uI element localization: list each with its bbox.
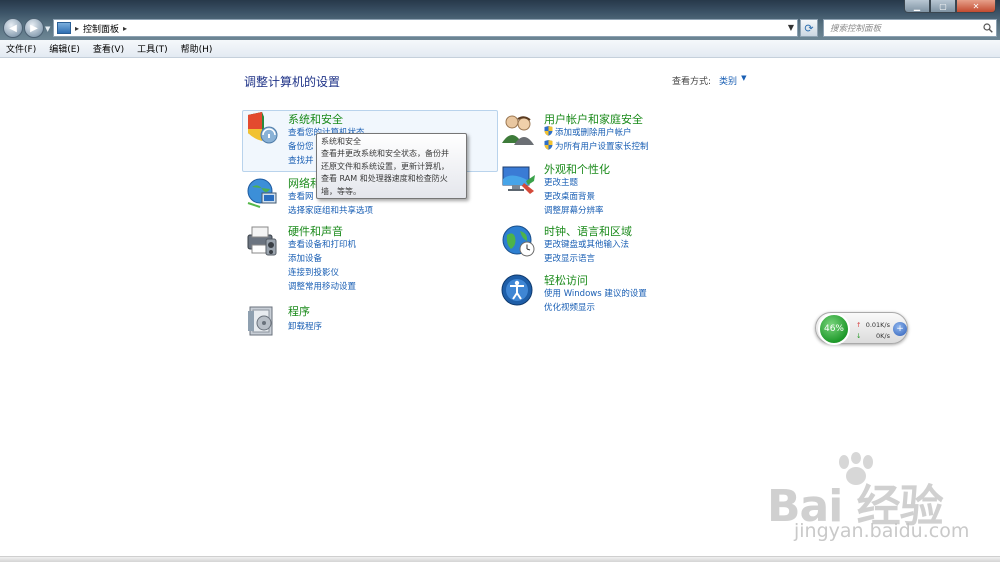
recent-pages-dropdown[interactable]: ▼ <box>45 25 51 33</box>
programs-icon <box>244 303 280 339</box>
printer-icon <box>244 223 280 259</box>
tooltip-line: 还原文件和系统设置，更新计算机， <box>321 161 449 171</box>
view-by-dropdown-icon[interactable]: ▼ <box>741 74 746 87</box>
memory-usage-gauge[interactable]: 46% <box>818 313 850 345</box>
net-speed-widget[interactable]: 46% ↑ 0.01K/s ↓ 0K/s + <box>815 312 908 345</box>
address-dropdown-icon[interactable]: ▼ <box>788 23 794 32</box>
category-ease-of-access[interactable]: 轻松访问 使用 Windows 建议的设置 优化视频显示 <box>500 272 750 316</box>
menu-edit[interactable]: 编辑(E) <box>49 42 80 55</box>
menu-file[interactable]: 文件(F) <box>6 42 36 55</box>
download-arrow-icon: ↓ <box>856 332 862 340</box>
link-parental-controls[interactable]: 为所有用户设置家长控制 <box>544 140 649 152</box>
link-add-remove-users[interactable]: 添加或删除用户帐户 <box>544 126 632 138</box>
category-programs[interactable]: 程序 卸载程序 <box>244 303 494 339</box>
tooltip-line: 墙，等等。 <box>321 186 361 196</box>
breadcrumb-separator-icon[interactable]: ▸ <box>123 24 127 33</box>
forward-button[interactable]: ▶ <box>24 18 44 38</box>
link-desktop-background[interactable]: 更改桌面背景 <box>544 190 595 202</box>
globe-clock-icon <box>500 223 536 259</box>
download-speed: ↓ 0K/s <box>856 332 890 340</box>
tooltip-line: 系统和安全 <box>321 137 361 146</box>
breadcrumb-control-panel[interactable]: 控制面板 <box>83 22 119 35</box>
link-add-remove-users-label: 添加或删除用户帐户 <box>555 128 632 138</box>
window-chrome: ▁ ▢ ✕ ◀ ▶ ▼ ▸ 控制面板 ▸ ▼ ⟳ 搜索控制面板 <box>0 0 1000 40</box>
back-button[interactable]: ◀ <box>3 18 23 38</box>
link-devices-printers[interactable]: 查看设备和打印机 <box>288 238 356 250</box>
page-title: 调整计算机的设置 <box>244 75 341 89</box>
menu-bar: 文件(F) 编辑(E) 查看(V) 工具(T) 帮助(H) <box>0 40 1000 58</box>
back-arrow-icon: ◀ <box>9 22 17 34</box>
link-change-theme[interactable]: 更改主题 <box>544 176 578 188</box>
upload-speed: ↑ 0.01K/s <box>856 321 890 329</box>
refresh-button[interactable]: ⟳ <box>800 19 818 37</box>
minimize-button[interactable]: ▁ <box>904 0 930 13</box>
link-optimize-display[interactable]: 优化视频显示 <box>544 301 595 313</box>
menu-view[interactable]: 查看(V) <box>93 42 124 55</box>
link-display-language[interactable]: 更改显示语言 <box>544 252 595 264</box>
category-title-programs[interactable]: 程序 <box>288 303 310 319</box>
watermark-url: jingyan.baidu.com <box>794 520 970 542</box>
window-controls: ▁ ▢ ✕ <box>904 0 996 13</box>
link-screen-resolution[interactable]: 调整屏幕分辨率 <box>544 204 604 216</box>
uac-shield-icon <box>544 140 553 150</box>
category-title-user-accounts[interactable]: 用户帐户和家庭安全 <box>544 111 643 127</box>
address-bar[interactable]: ▸ 控制面板 ▸ ▼ <box>53 19 798 37</box>
link-backup[interactable]: 备份您 <box>288 140 314 152</box>
tooltip-line: 查看 RAM 和处理器速度和检查防火 <box>321 174 448 184</box>
menu-tools[interactable]: 工具(T) <box>137 42 168 55</box>
bottom-edge <box>0 556 1000 562</box>
view-by-label: 查看方式: <box>672 77 712 87</box>
control-panel-icon <box>57 22 71 34</box>
baidu-jingyan-watermark: Bai 经验 jingyan.baidu.com <box>762 452 994 552</box>
link-view-network[interactable]: 查看网 <box>288 190 314 202</box>
breadcrumb-separator-icon[interactable]: ▸ <box>75 24 79 33</box>
maximize-button[interactable]: ▢ <box>930 0 956 13</box>
upload-arrow-icon: ↑ <box>856 321 862 329</box>
users-icon <box>500 111 536 147</box>
search-input[interactable]: 搜索控制面板 <box>823 19 997 37</box>
search-icon[interactable] <box>980 23 996 33</box>
category-title-system-security[interactable]: 系统和安全 <box>288 111 343 127</box>
refresh-icon: ⟳ <box>804 21 814 35</box>
search-placeholder: 搜索控制面板 <box>830 24 882 34</box>
shield-icon <box>244 111 280 147</box>
ease-of-access-icon <box>500 272 536 308</box>
link-add-device[interactable]: 添加设备 <box>288 252 322 264</box>
forward-arrow-icon: ▶ <box>30 22 38 34</box>
category-appearance[interactable]: 外观和个性化 更改主题 更改桌面背景 调整屏幕分辨率 <box>500 161 750 217</box>
link-mobility-settings[interactable]: 调整常用移动设置 <box>288 280 356 292</box>
accelerate-icon[interactable]: + <box>893 322 907 336</box>
category-title-appearance[interactable]: 外观和个性化 <box>544 161 610 177</box>
close-button[interactable]: ✕ <box>956 0 996 13</box>
category-clock-language-region[interactable]: 时钟、语言和区域 更改键盘或其他输入法 更改显示语言 <box>500 223 750 267</box>
category-hardware-sound[interactable]: 硬件和声音 查看设备和打印机 添加设备 连接到投影仪 调整常用移动设置 <box>244 223 494 293</box>
category-title-ease-of-access[interactable]: 轻松访问 <box>544 272 588 288</box>
network-icon <box>244 175 280 211</box>
category-title-clock-language-region[interactable]: 时钟、语言和区域 <box>544 223 632 239</box>
uac-shield-icon <box>544 126 553 136</box>
tooltip: 系统和安全 查看并更改系统和安全状态，备份并 还原文件和系统设置，更新计算机， … <box>316 133 467 199</box>
link-homegroup-sharing[interactable]: 选择家庭组和共享选项 <box>288 204 373 216</box>
link-parental-controls-label: 为所有用户设置家长控制 <box>555 142 649 152</box>
link-find-fix[interactable]: 查找并 <box>288 154 314 166</box>
link-keyboard-input[interactable]: 更改键盘或其他输入法 <box>544 238 629 250</box>
menu-help[interactable]: 帮助(H) <box>181 42 213 55</box>
view-by-selector[interactable]: 类别 <box>719 74 737 87</box>
link-uninstall-program[interactable]: 卸载程序 <box>288 320 322 332</box>
view-by: 查看方式: 类别 ▼ <box>672 74 746 87</box>
tooltip-line: 查看并更改系统和安全状态，备份并 <box>321 149 449 159</box>
link-windows-suggested-settings[interactable]: 使用 Windows 建议的设置 <box>544 287 647 299</box>
link-connect-projector[interactable]: 连接到投影仪 <box>288 266 339 278</box>
appearance-icon <box>500 161 536 197</box>
category-user-accounts[interactable]: 用户帐户和家庭安全 添加或删除用户帐户 为所有用户设置家长控制 <box>500 111 750 155</box>
category-title-hardware-sound[interactable]: 硬件和声音 <box>288 223 343 239</box>
